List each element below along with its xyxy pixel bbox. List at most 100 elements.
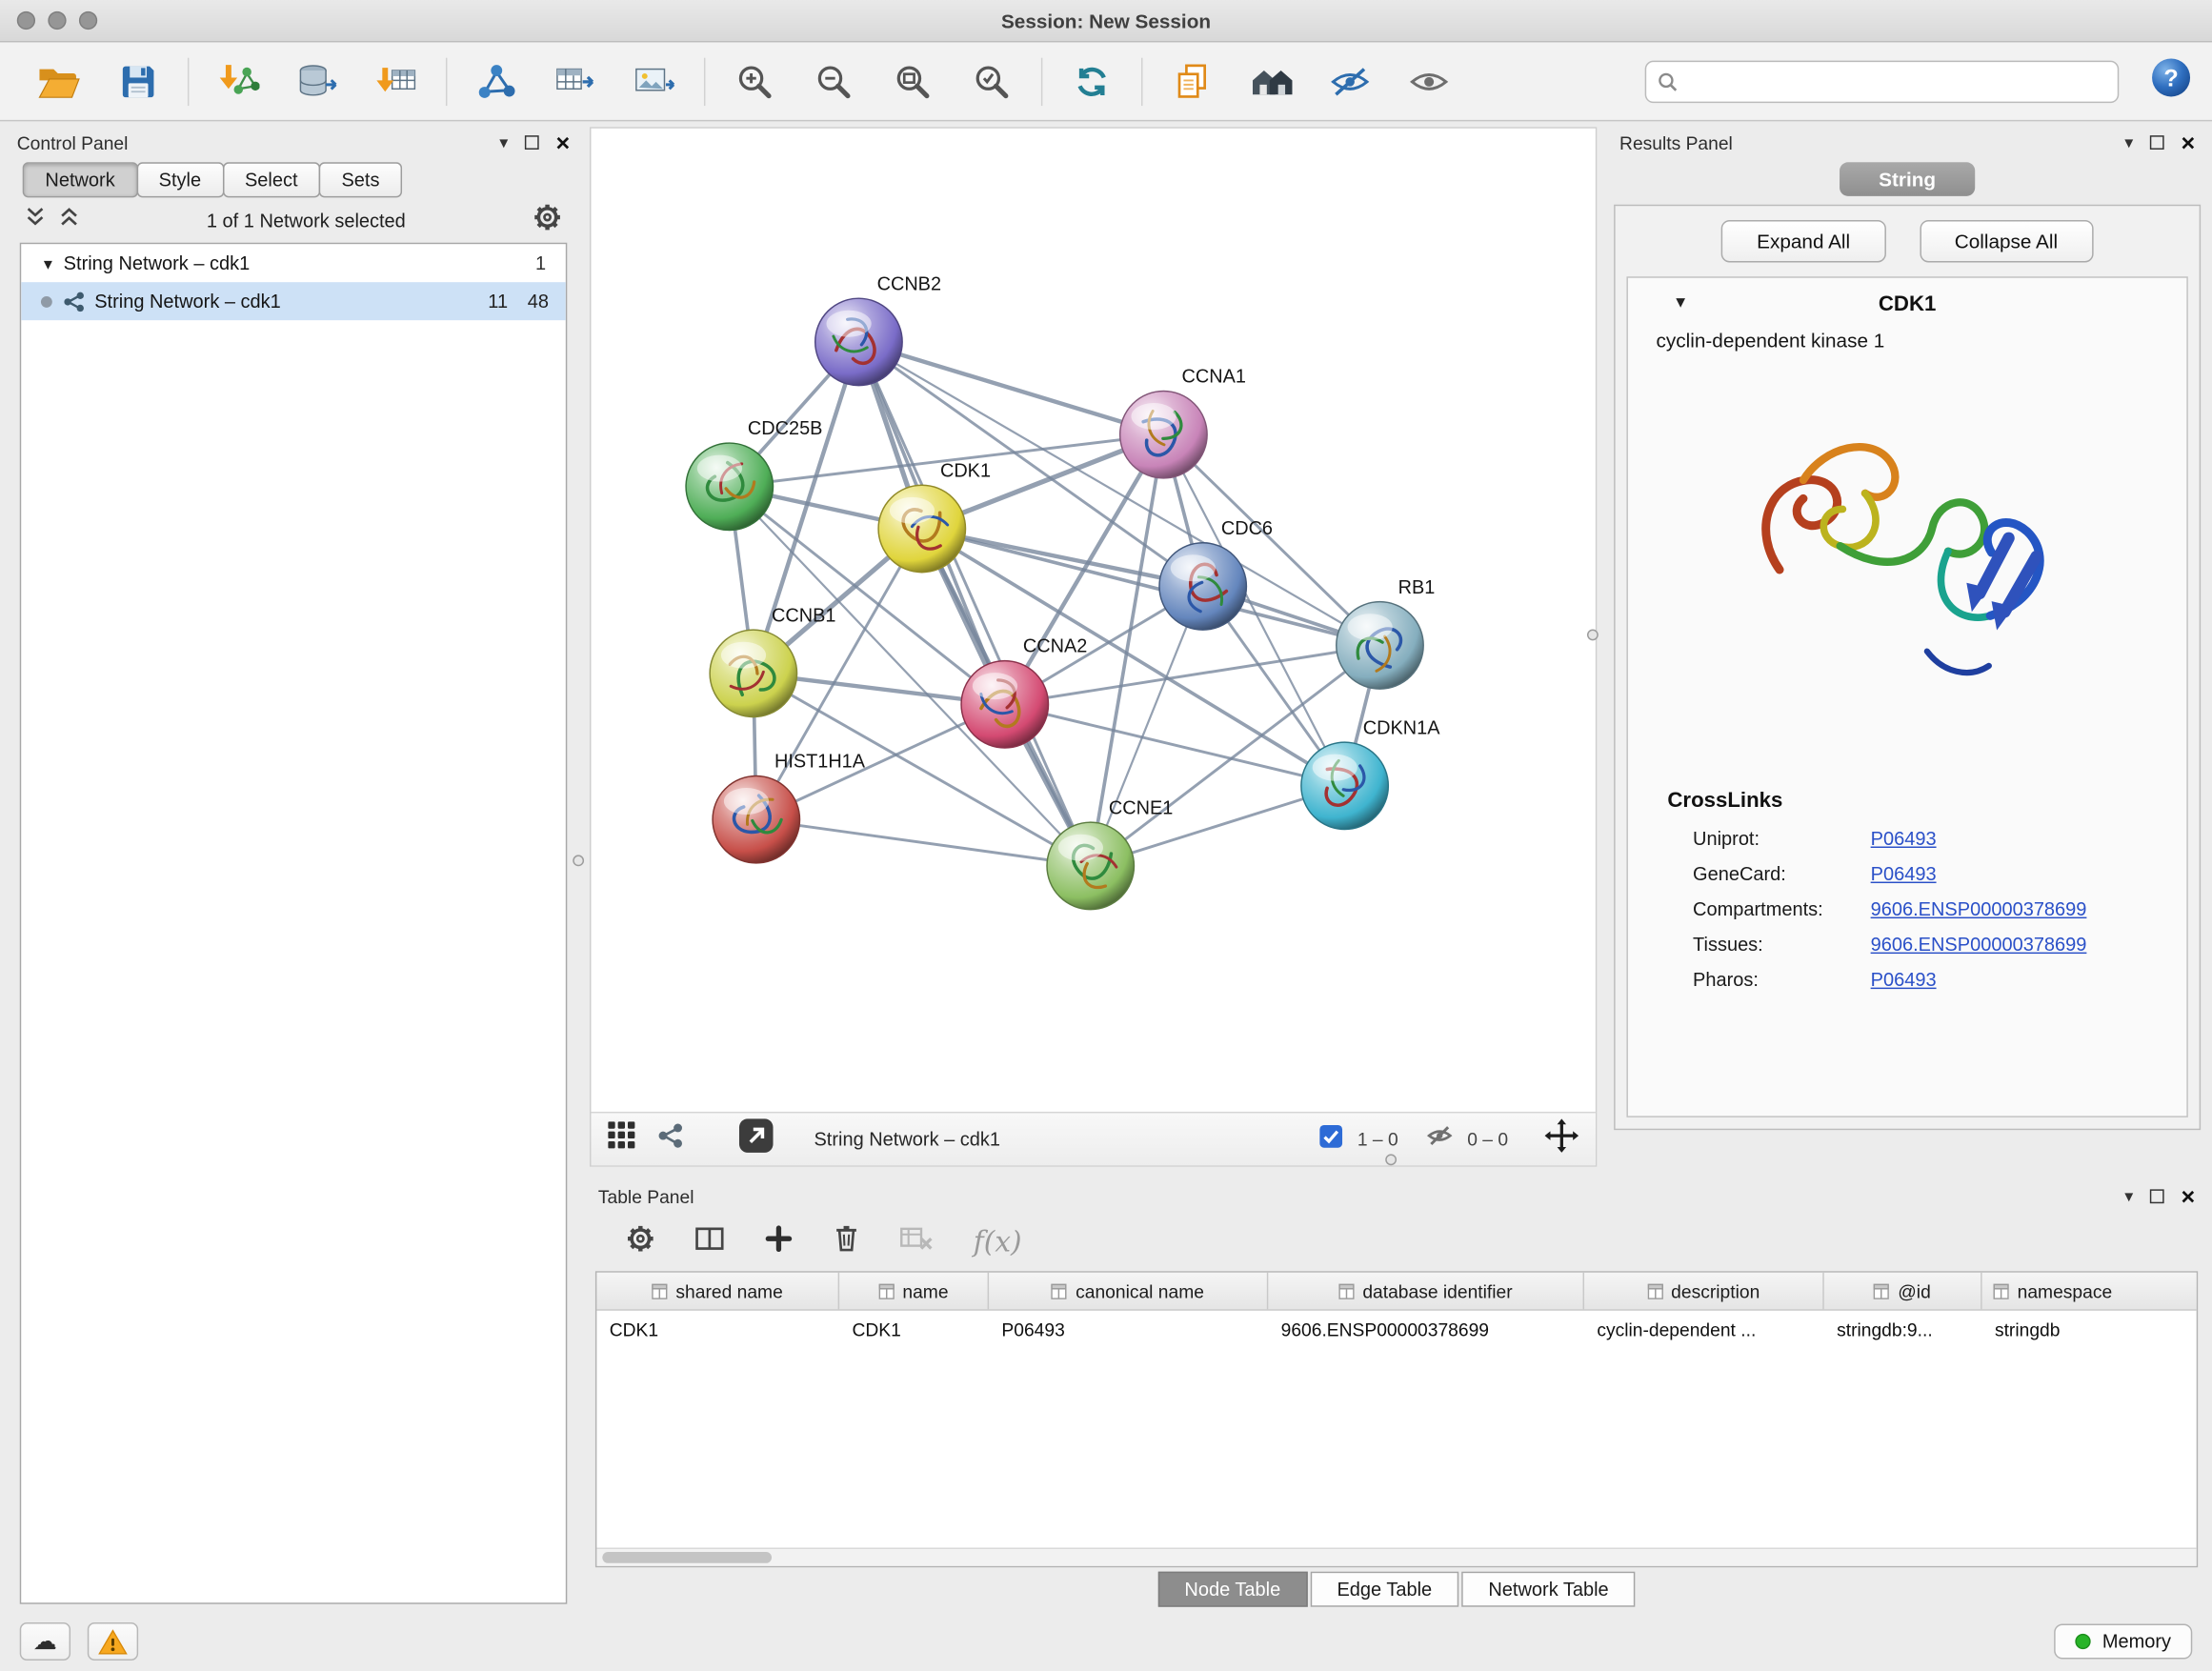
- zoom-in-button[interactable]: [715, 50, 794, 112]
- column-header-shared-name[interactable]: shared name: [596, 1273, 839, 1310]
- close-window-button[interactable]: [17, 11, 35, 30]
- network-canvas[interactable]: CCNB2CCNA1CDC25BCDK1CDC6RB1CCNB1CCNA2CDK…: [591, 129, 1595, 1112]
- function-builder-button[interactable]: f(x): [974, 1224, 1022, 1258]
- node-label: CDC6: [1221, 518, 1273, 539]
- copy-button[interactable]: [1153, 50, 1232, 112]
- network-node-cdk1[interactable]: CDK1: [878, 460, 991, 572]
- tab-node-table[interactable]: Node Table: [1157, 1572, 1307, 1607]
- toolbar-separator: [188, 57, 189, 105]
- tree-expand-icon[interactable]: ▾: [44, 253, 52, 273]
- selected-checkbox-icon[interactable]: [1319, 1124, 1343, 1156]
- tab-style[interactable]: Style: [136, 162, 224, 197]
- column-header-id[interactable]: @id: [1824, 1273, 1982, 1310]
- column-header-namespace[interactable]: namespace: [1982, 1273, 2197, 1310]
- network-node-rb1[interactable]: RB1: [1337, 577, 1436, 689]
- show-columns-icon[interactable]: [694, 1224, 726, 1259]
- zoom-window-button[interactable]: [79, 11, 97, 30]
- expand-all-button[interactable]: Expand All: [1721, 220, 1885, 262]
- network-collection-row[interactable]: ▾ String Network – cdk1 1: [21, 244, 566, 282]
- zoom-fit-button[interactable]: [874, 50, 953, 112]
- column-header-database-identifier[interactable]: database identifier: [1268, 1273, 1584, 1310]
- tab-sets[interactable]: Sets: [319, 162, 402, 197]
- cloud-button[interactable]: ☁: [20, 1622, 70, 1661]
- minimize-window-button[interactable]: [48, 11, 66, 30]
- maximize-panel-icon[interactable]: [525, 135, 539, 150]
- zoom-selected-button[interactable]: [953, 50, 1032, 112]
- hidden-eye-slash-icon[interactable]: [1426, 1124, 1453, 1154]
- scrollbar-thumb[interactable]: [602, 1551, 772, 1562]
- node-label: CCNE1: [1109, 797, 1173, 818]
- network-options-gear-icon[interactable]: [533, 203, 562, 238]
- maximize-panel-icon[interactable]: [2150, 135, 2164, 150]
- network-node-cdkn1a[interactable]: CDKN1A: [1301, 717, 1440, 829]
- show-button[interactable]: [1390, 50, 1469, 112]
- open-session-button[interactable]: [20, 50, 99, 112]
- save-session-button[interactable]: [99, 50, 178, 112]
- open-in-browser-button[interactable]: [737, 1117, 774, 1161]
- close-panel-icon[interactable]: ×: [2182, 1184, 2196, 1208]
- collapse-all-networks-icon[interactable]: [26, 206, 46, 234]
- memory-button[interactable]: Memory: [2054, 1623, 2192, 1659]
- search-input[interactable]: [1686, 70, 2106, 91]
- pan-crosshair-icon[interactable]: [1545, 1118, 1579, 1159]
- float-panel-icon[interactable]: ▾: [499, 134, 508, 151]
- table-row[interactable]: CDK1 CDK1 P06493 9606.ENSP00000378699 cy…: [596, 1311, 2196, 1349]
- close-panel-icon[interactable]: ×: [556, 131, 571, 154]
- column-header-name[interactable]: name: [839, 1273, 989, 1310]
- network-icon: [477, 61, 516, 100]
- help-button[interactable]: ?: [2150, 56, 2192, 106]
- new-network-button[interactable]: [457, 50, 536, 112]
- clear-table-icon[interactable]: [900, 1224, 935, 1259]
- network-row-selected[interactable]: String Network – cdk1 11 48: [21, 282, 566, 320]
- crosslink-link[interactable]: P06493: [1871, 969, 1937, 990]
- float-panel-icon[interactable]: ▾: [2124, 134, 2133, 151]
- tab-select[interactable]: Select: [222, 162, 320, 197]
- export-network-button[interactable]: [536, 50, 615, 112]
- network-graph[interactable]: CCNB2CCNA1CDC25BCDK1CDC6RB1CCNB1CCNA2CDK…: [591, 129, 1595, 1112]
- crosslink-link[interactable]: P06493: [1871, 863, 1937, 884]
- string-share-icon[interactable]: [656, 1121, 685, 1157]
- column-header-canonical-name[interactable]: canonical name: [989, 1273, 1268, 1310]
- table-horizontal-scrollbar[interactable]: [596, 1547, 2196, 1565]
- tab-string[interactable]: String: [1840, 162, 1976, 196]
- delete-column-trash-icon[interactable]: [833, 1222, 861, 1260]
- apply-layout-button[interactable]: [1053, 50, 1132, 112]
- splitter-handle[interactable]: [1587, 629, 1599, 640]
- tab-network-table[interactable]: Network Table: [1461, 1572, 1636, 1607]
- entry-collapse-icon[interactable]: ▾: [1676, 291, 1685, 313]
- float-panel-icon[interactable]: ▾: [2124, 1188, 2133, 1205]
- table-settings-gear-icon[interactable]: [627, 1224, 655, 1259]
- homes-button[interactable]: [1232, 50, 1311, 112]
- tab-network[interactable]: Network: [23, 162, 138, 197]
- network-node-ccna1[interactable]: CCNA1: [1120, 367, 1246, 478]
- collapse-all-button[interactable]: Collapse All: [1920, 220, 2093, 262]
- add-column-icon[interactable]: [765, 1224, 794, 1259]
- network-node-hist1h1a[interactable]: HIST1H1A: [713, 752, 866, 863]
- maximize-panel-icon[interactable]: [2150, 1189, 2164, 1203]
- birdseye-grid-icon[interactable]: [608, 1121, 636, 1157]
- column-header-description[interactable]: description: [1584, 1273, 1824, 1310]
- splitter-handle[interactable]: [573, 855, 584, 866]
- network-node-ccnb1[interactable]: CCNB1: [710, 605, 835, 716]
- cell-database-identifier: 9606.ENSP00000378699: [1268, 1319, 1584, 1340]
- column-sort-icon: [652, 1283, 667, 1299]
- crosslink-link[interactable]: 9606.ENSP00000378699: [1871, 898, 2087, 919]
- crosslink-link[interactable]: 9606.ENSP00000378699: [1871, 934, 2087, 955]
- splitter-handle[interactable]: [1385, 1154, 1397, 1165]
- hide-unhide-button[interactable]: [1311, 50, 1390, 112]
- import-table-button[interactable]: [357, 50, 436, 112]
- expand-all-networks-icon[interactable]: [59, 206, 79, 234]
- import-network-database-button[interactable]: [278, 50, 357, 112]
- main-toolbar: ?: [0, 42, 2212, 121]
- import-network-file-button[interactable]: [199, 50, 278, 112]
- zoom-fit-icon: [893, 61, 932, 100]
- network-node-ccnb2[interactable]: CCNB2: [815, 273, 941, 385]
- export-image-button[interactable]: [615, 50, 694, 112]
- network-edges[interactable]: [730, 342, 1380, 866]
- zoom-out-button[interactable]: [794, 50, 874, 112]
- close-panel-icon[interactable]: ×: [2182, 131, 2196, 154]
- tab-edge-table[interactable]: Edge Table: [1310, 1572, 1458, 1607]
- cell-shared-name: CDK1: [596, 1319, 839, 1340]
- warnings-button[interactable]: [88, 1622, 138, 1661]
- crosslink-link[interactable]: P06493: [1871, 828, 1937, 849]
